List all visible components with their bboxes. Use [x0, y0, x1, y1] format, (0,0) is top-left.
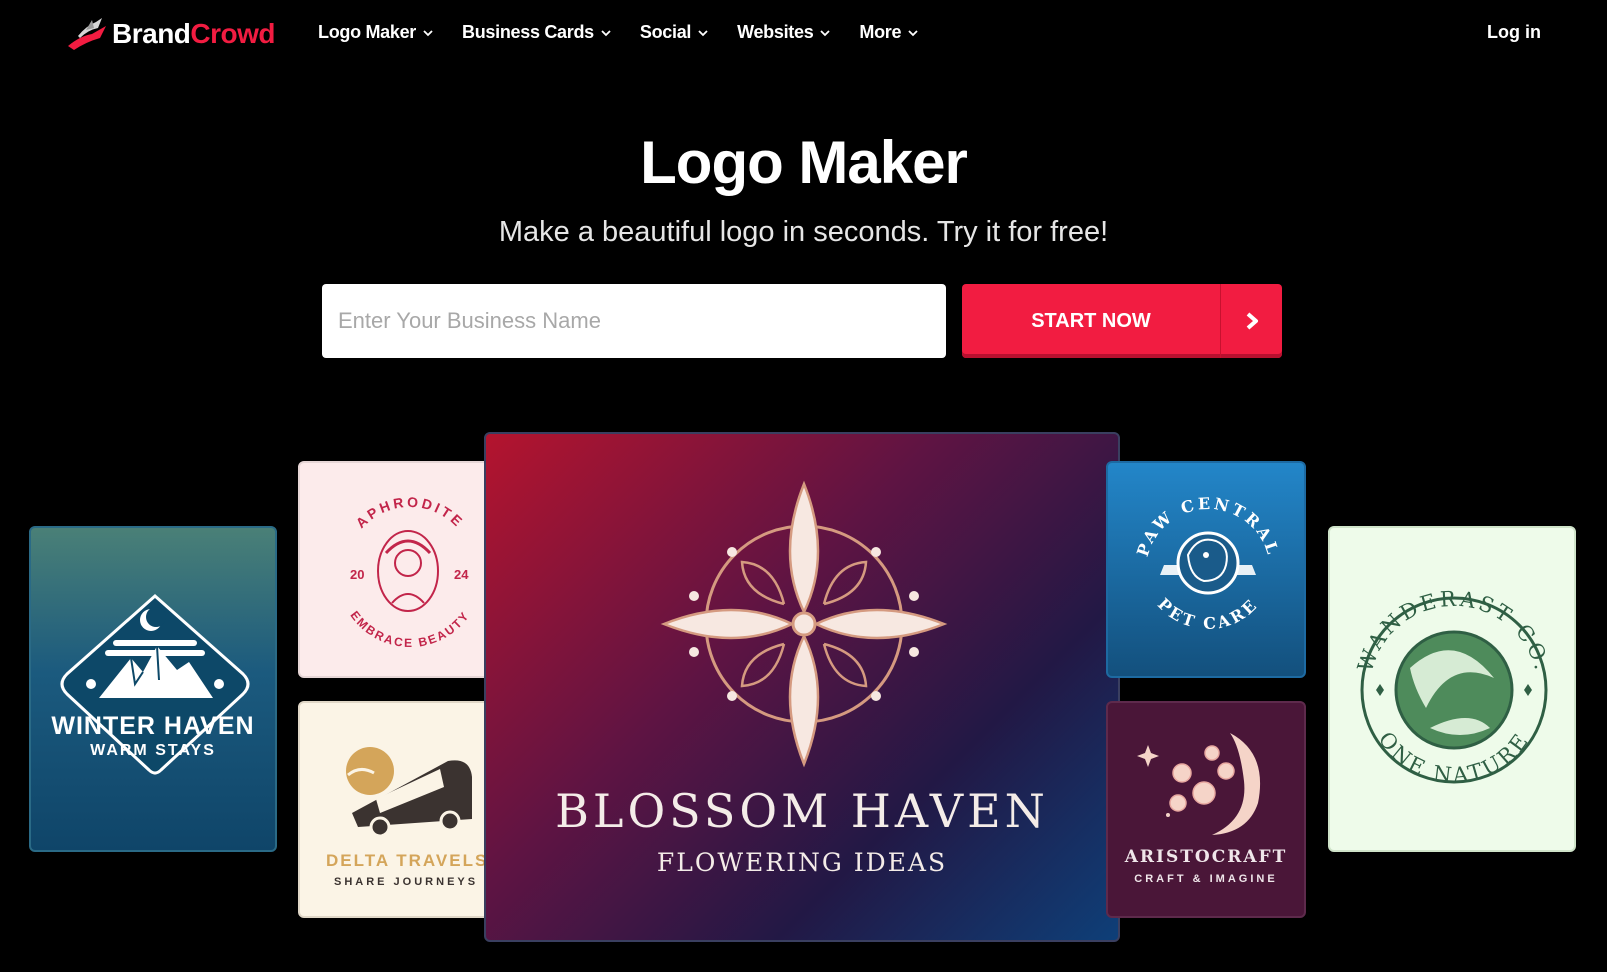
- aphrodite-year-right: 24: [454, 567, 469, 582]
- menu-item-websites[interactable]: Websites: [737, 22, 831, 43]
- aphrodite-year-left: 20: [350, 567, 364, 582]
- logo-card-paw-central[interactable]: PAW CENTRAL PET CARE: [1106, 461, 1306, 678]
- logo-card-delta-travels[interactable]: DELTA TRAVELS SHARE JOURNEYS: [298, 701, 498, 918]
- delta-travels-name: DELTA TRAVELS: [326, 851, 489, 870]
- paw-central-arc-bottom: PET CARE: [1154, 594, 1259, 633]
- chevron-down-icon: [423, 29, 433, 36]
- chevron-down-icon: [820, 29, 831, 36]
- brand-word-1: Brand: [112, 18, 191, 49]
- start-now-label: START NOW: [1031, 309, 1151, 332]
- svg-text:PET CARE: PET CARE: [1154, 594, 1262, 633]
- menu-label: Websites: [737, 22, 814, 42]
- logo-card-blossom-haven[interactable]: BLOSSOM HAVEN FLOWERING IDEAS: [484, 432, 1120, 942]
- brand-wordmark: BrandCrowd: [112, 18, 276, 50]
- delta-travels-tag: SHARE JOURNEYS: [334, 876, 479, 888]
- aphrodite-arc-bottom: EMBRACE BEAUTY: [348, 608, 471, 650]
- logo-card-wanderast[interactable]: WANDERAST CO. ONE NATURE: [1328, 526, 1576, 852]
- menu-item-business-cards[interactable]: Business Cards: [462, 22, 612, 43]
- menu-label: Logo Maker: [318, 22, 417, 42]
- moon-flowers-icon: [1137, 733, 1261, 835]
- menu-item-more[interactable]: More: [859, 22, 919, 43]
- aristocraft-name: ARISTOCRAFT: [1124, 847, 1288, 867]
- dog-emblem-icon: PAW CENTRAL PET CARE: [1133, 494, 1280, 633]
- menu-item-social[interactable]: Social: [640, 22, 709, 43]
- menu-label: Business Cards: [462, 22, 594, 42]
- brand-bird-icon: [68, 18, 106, 50]
- main-menu: Logo Maker Business Cards Social Website…: [318, 22, 947, 43]
- winter-haven-tag: WARM STAYS: [90, 742, 216, 759]
- top-nav: BrandCrowd Logo Maker Business Cards Soc…: [0, 0, 1607, 70]
- menu-label: More: [859, 22, 902, 42]
- chevron-down-icon: [698, 29, 708, 36]
- svg-text:APHRODITE: APHRODITE: [352, 494, 467, 531]
- chevron-right-icon: [1221, 311, 1282, 331]
- winter-haven-name: WINTER HAVEN: [51, 712, 255, 740]
- logo-card-aristocraft[interactable]: ARISTOCRAFT CRAFT & IMAGINE: [1106, 701, 1306, 918]
- menu-item-logo-maker[interactable]: Logo Maker: [318, 22, 434, 43]
- chevron-down-icon: [908, 29, 918, 36]
- brandcrowd-logo[interactable]: BrandCrowd: [66, 16, 276, 52]
- aristocraft-tag: CRAFT & IMAGINE: [1134, 873, 1278, 885]
- aphrodite-emblem-icon: APHRODITE EMBRACE BEAUTY 20 24: [348, 494, 473, 650]
- blossom-haven-name: BLOSSOM HAVEN: [555, 784, 1049, 838]
- start-now-button[interactable]: START NOW: [962, 284, 1282, 358]
- logo-card-aphrodite[interactable]: APHRODITE EMBRACE BEAUTY 20 24: [298, 461, 498, 678]
- leaf-globe-icon: WANDERAST CO. ONE NATURE: [1353, 587, 1552, 788]
- menu-label: Social: [639, 22, 692, 42]
- page-subtitle: Make a beautiful logo in seconds. Try it…: [498, 216, 1109, 248]
- brand-word-2: Crowd: [190, 18, 276, 49]
- aphrodite-arc-top: APHRODITE: [352, 494, 464, 531]
- login-link[interactable]: Log in: [1487, 22, 1541, 43]
- svg-text:EMBRACE BEAUTY: EMBRACE BEAUTY: [348, 608, 473, 650]
- page-title: Logo Maker: [640, 129, 968, 196]
- blossom-haven-tag: FLOWERING IDEAS: [656, 848, 948, 877]
- winter-haven-emblem-icon: [60, 593, 250, 775]
- chevron-down-icon: [601, 29, 611, 36]
- business-name-input[interactable]: [322, 284, 946, 358]
- logo-card-winter-haven[interactable]: WINTER HAVEN WARM STAYS: [29, 526, 277, 852]
